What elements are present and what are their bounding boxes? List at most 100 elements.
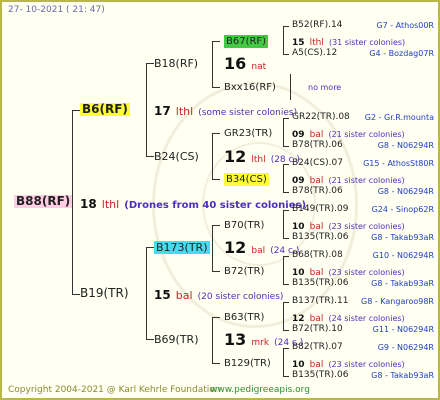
website-link[interactable]: www.pedigreeapis.org (210, 384, 310, 397)
queen-b129[interactable]: B129(TR) (224, 357, 271, 370)
queen-b34[interactable]: B34(CS) (224, 173, 269, 186)
leaf-location: G15 - AthosSt80R (363, 159, 434, 168)
queen-b72[interactable]: B72(TR) (224, 265, 264, 278)
leaf-location: G8 - Kangaroo98R (361, 297, 434, 306)
leaf-name: B52(RF).14 (292, 20, 343, 30)
leaf-location: G8 - N06294R (377, 187, 434, 196)
leaf-note: (21 sister colonies) (328, 176, 405, 185)
b6-note: (some sister colonies) (198, 108, 298, 118)
bracket-line (212, 225, 220, 226)
bracket-leaf (283, 256, 284, 284)
root-type: lthl (101, 198, 120, 211)
leaf-name: B135(TR).06 (292, 278, 349, 288)
leaf-note: (21 sister colonies) (328, 130, 405, 139)
b6-mating: 17 lthl (some sister colonies) (154, 103, 297, 120)
bracket-line (146, 339, 154, 340)
bracket-line (212, 179, 220, 180)
root-num: 18 (80, 197, 97, 211)
bracket-line (283, 284, 289, 285)
bracket-b24 (212, 133, 213, 179)
bracket-leaf (283, 164, 284, 192)
leaf-name: B78(TR).06 (292, 186, 343, 196)
leaf-note: (23 sister colonies) (328, 222, 405, 231)
leaf-note: (23 sister colonies) (328, 360, 405, 369)
b18-num: 16 (224, 54, 247, 73)
b19-type: bal (175, 289, 193, 302)
bracket-line (72, 110, 80, 111)
queen-b69[interactable]: B69(TR) (154, 333, 199, 346)
bracket-line (283, 302, 289, 303)
bracket-leaf (283, 118, 284, 146)
leaf-name: B135(TR).06 (292, 232, 349, 242)
leaf-name: GR22(TR).08 (292, 112, 350, 122)
bracket-b19 (146, 247, 147, 339)
bracket-line (146, 156, 154, 157)
leaf-name: B78(TR).06 (292, 140, 343, 150)
bracket-line (72, 294, 80, 295)
b24-num: 12 (224, 147, 247, 166)
leaf-note: (24 sister colonies) (328, 314, 405, 323)
root-queen[interactable]: B88(RF) (14, 195, 73, 208)
bracket-line (283, 238, 289, 239)
queen-bxx16[interactable]: Bxx16(RF) (224, 81, 276, 94)
bracket-leaf (283, 302, 284, 330)
bracket-line (283, 376, 289, 377)
leaf-name: B135(TR).06 (292, 370, 349, 380)
b173-type: bal (251, 246, 266, 256)
leaf-location: G8 - Takab93aR (371, 371, 434, 380)
bracket-line (283, 330, 289, 331)
bracket-line (283, 54, 289, 55)
leaf-location: G9 - N06294R (377, 343, 434, 352)
queen-b70[interactable]: B70(TR) (224, 219, 264, 232)
queen-b18[interactable]: B18(RF) (154, 57, 198, 70)
bracket-line (146, 247, 154, 248)
queen-b6[interactable]: B6(RF) (80, 103, 130, 116)
queen-gr23[interactable]: GR23(TR) (224, 127, 272, 140)
b19-mating: 15 bal (20 sister colonies) (154, 287, 283, 304)
bracket-b18 (212, 41, 213, 87)
b19-num: 15 (154, 288, 171, 302)
bracket-line (212, 87, 220, 88)
bracket-line (212, 271, 220, 272)
queen-b19[interactable]: B19(TR) (80, 287, 129, 300)
leaf-name: A5(CS).12 (292, 48, 338, 58)
bracket-b6 (146, 63, 147, 156)
leaf-note: (31 sister colonies) (328, 38, 406, 47)
no-more-label: no more (308, 83, 342, 92)
leaf-location: G4 - Bozdag07R (369, 49, 434, 58)
bracket-line (283, 26, 289, 27)
b24-type: lthl (251, 155, 266, 165)
b18-mating: 16 nat (224, 54, 266, 74)
bracket-line (212, 317, 220, 318)
b69-type: mrk (251, 338, 270, 348)
b24-mating: 12 lthl (28 c.) (224, 147, 300, 167)
leaf-location: G8 - Takab93aR (371, 233, 434, 242)
date-stamp: 27- 10-2021 ( 21: 47) (8, 5, 105, 15)
b6-type: lthl (175, 105, 194, 118)
queen-b24[interactable]: B24(CS) (154, 150, 199, 163)
leaf-name: B137(TR).11 (292, 296, 349, 306)
b6-num: 17 (154, 104, 171, 118)
leaf-name: B24(CS).07 (292, 158, 343, 168)
leaf-name: B149(TR).09 (292, 204, 349, 214)
queen-b173[interactable]: B173(TR) (154, 241, 210, 254)
bracket-line (212, 363, 220, 364)
b69-num: 13 (224, 330, 247, 349)
bracket-leaf (283, 348, 284, 376)
leaf-note: (23 sister colonies) (328, 268, 405, 277)
leaf-location: G10 - N06294R (372, 251, 434, 260)
queen-b67[interactable]: B67(RF) (224, 35, 269, 48)
root-note: (Drones from 40 sister colonies) (124, 200, 307, 211)
queen-b63[interactable]: B63(TR) (224, 311, 264, 324)
leaf-location: G24 - Sinop62R (371, 205, 434, 214)
b173-mating: 12 bal (24 c.) (224, 240, 299, 258)
bracket-line (283, 146, 289, 147)
bracket-line (212, 133, 220, 134)
bracket-b173 (212, 225, 213, 271)
copyright-text: Copyright 2004-2021 @ Karl Kehrle Founda… (8, 385, 221, 395)
leaf-location: G8 - Takab93aR (371, 279, 434, 288)
leaf-name: B82(TR).07 (292, 342, 343, 352)
bracket-leaf (283, 26, 284, 54)
leaf-location: G2 - Gr.R.mounta (364, 113, 434, 122)
bracket-line (212, 41, 220, 42)
